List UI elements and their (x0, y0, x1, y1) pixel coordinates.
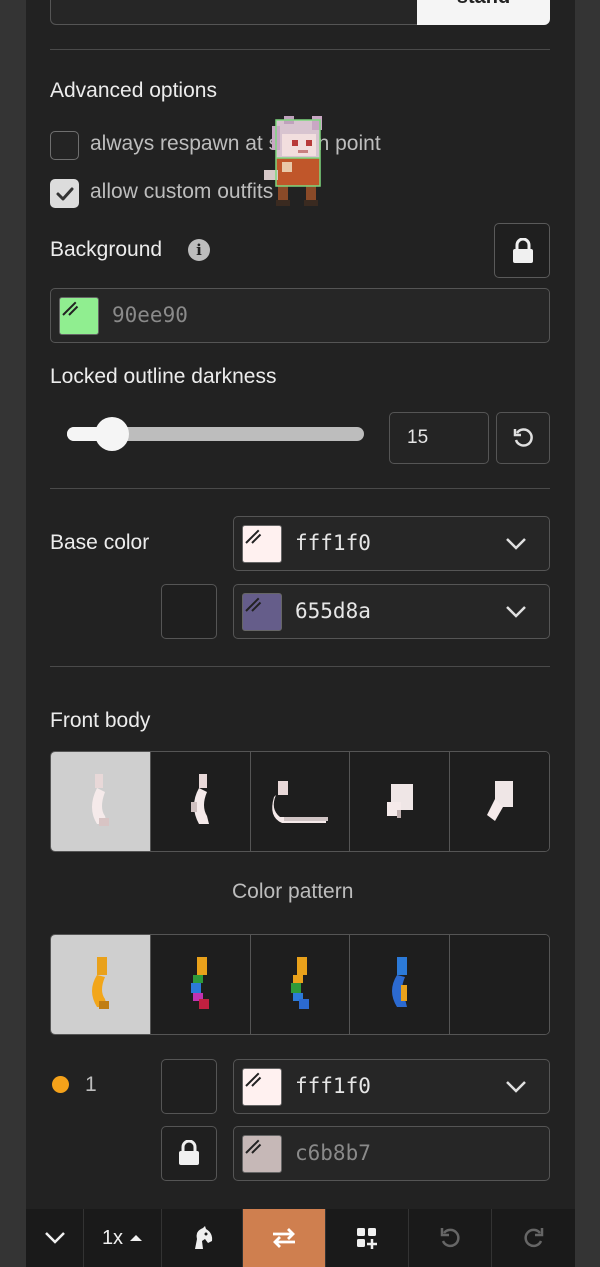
zoom-label: 1x (101, 1226, 124, 1249)
redo-icon (523, 1228, 543, 1248)
pattern-option-5[interactable] (450, 935, 549, 1034)
base-color-label: Base color (50, 531, 150, 554)
body-style-1-icon (92, 773, 110, 826)
background-swatch (59, 297, 99, 335)
collapse-button[interactable] (26, 1209, 84, 1267)
bottom-toolbar: 1x (26, 1209, 575, 1267)
base-color-secondary-value: 655d8a (295, 599, 371, 623)
body-option-1[interactable] (51, 752, 151, 851)
pattern-2-icon (191, 956, 210, 1009)
respawn-checkbox[interactable] (50, 131, 79, 160)
outline-slider-thumb[interactable] (95, 417, 129, 451)
body-option-3[interactable] (250, 752, 351, 851)
body-option-5[interactable] (450, 752, 549, 851)
redo-button[interactable] (492, 1209, 575, 1267)
body-style-5-icon (486, 780, 513, 821)
layer-primary-swatch (242, 1068, 282, 1106)
body-style-3-icon (272, 780, 328, 823)
pattern-option-1[interactable] (51, 935, 151, 1034)
chevron-down-icon (506, 1081, 526, 1093)
layer-primary-value: fff1f0 (295, 1074, 371, 1098)
stand-button-label: stand (457, 0, 510, 8)
layer-secondary-value: c6b8b7 (295, 1141, 371, 1165)
chevron-down-icon (506, 538, 526, 550)
body-style-4-icon (386, 783, 413, 818)
swap-button[interactable] (243, 1209, 326, 1267)
outline-value-input[interactable]: 15 (389, 412, 489, 464)
pattern-4-icon (391, 956, 407, 1007)
layer-primary-select[interactable]: fff1f0 (233, 1059, 550, 1114)
top-input-value: 0 (71, 0, 81, 5)
lock-icon (513, 238, 533, 263)
base-color-secondary-select[interactable]: 655d8a (233, 584, 550, 639)
base-color-secondary-swatch (242, 593, 282, 631)
body-style-2-icon (191, 773, 210, 824)
background-value: 90ee90 (112, 303, 188, 327)
undo-icon (440, 1228, 460, 1248)
pattern-option-2[interactable] (150, 935, 251, 1034)
body-option-4[interactable] (350, 752, 451, 851)
base-color-toggle-box[interactable] (161, 584, 217, 639)
check-icon (56, 187, 74, 201)
base-color-primary-select[interactable]: fff1f0 (233, 516, 550, 571)
background-label: Background (50, 238, 163, 261)
reset-icon (513, 428, 533, 447)
divider (50, 488, 550, 489)
layer-number: 1 (85, 1073, 97, 1096)
caret-up-icon (130, 1235, 143, 1241)
custom-outfits-checkbox[interactable] (50, 179, 79, 208)
top-number-input[interactable]: 0 (50, 0, 418, 25)
color-pattern-options (50, 934, 550, 1035)
swap-icon (273, 1228, 295, 1248)
front-body-label: Front body (50, 709, 151, 732)
lock-icon (179, 1140, 199, 1165)
color-pattern-label: Color pattern (232, 880, 354, 903)
custom-outfits-label: allow custom outfits (90, 180, 274, 203)
base-color-primary-swatch (242, 525, 282, 563)
pattern-option-4[interactable] (350, 935, 451, 1034)
pony-sprite[interactable] (262, 112, 334, 212)
add-grid-icon (357, 1228, 377, 1249)
outline-darkness-label: Locked outline darkness (50, 365, 277, 388)
outline-reset-button[interactable] (496, 412, 550, 464)
pattern-option-3[interactable] (250, 935, 351, 1034)
body-option-2[interactable] (150, 752, 251, 851)
background-color-field[interactable]: 90ee90 (50, 288, 550, 343)
layer-lock-button[interactable] (161, 1126, 217, 1181)
background-lock-button[interactable] (494, 223, 550, 278)
layer-color-dot (52, 1076, 69, 1093)
chevron-down-icon (44, 1232, 65, 1244)
layer-secondary-field[interactable]: c6b8b7 (233, 1126, 550, 1181)
front-body-options (50, 751, 550, 852)
info-icon[interactable]: i (188, 239, 210, 261)
divider (50, 666, 550, 667)
layer-toggle-box[interactable] (161, 1059, 217, 1114)
divider (50, 49, 550, 50)
pattern-1-icon (92, 956, 110, 1009)
layer-secondary-swatch (242, 1135, 282, 1173)
horse-head-icon (195, 1226, 213, 1249)
zoom-button[interactable]: 1x (84, 1209, 162, 1267)
pattern-3-icon (290, 956, 309, 1009)
pony-button[interactable] (162, 1209, 243, 1267)
respawn-label: always respawn at spawn point (90, 132, 381, 155)
undo-button[interactable] (409, 1209, 492, 1267)
base-color-primary-value: fff1f0 (295, 531, 371, 555)
chevron-down-icon (506, 606, 526, 618)
add-grid-button[interactable] (326, 1209, 409, 1267)
stand-button[interactable]: stand (417, 0, 550, 25)
advanced-options-heading: Advanced options (50, 79, 217, 102)
outline-value: 15 (407, 427, 429, 448)
